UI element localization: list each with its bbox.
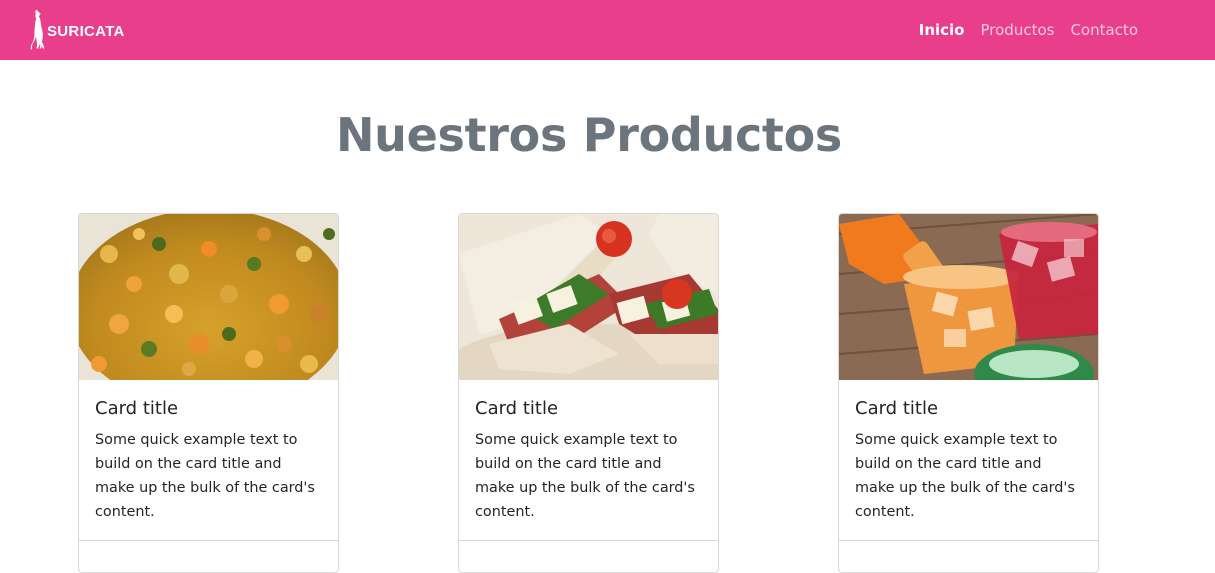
sandwich-image (459, 214, 718, 380)
meerkat-logo-icon (30, 10, 45, 50)
nav-link-contacto[interactable]: Contacto (1070, 21, 1138, 39)
nav-links: Inicio Productos Contacto (919, 0, 1138, 60)
card-body: Card title Some quick example text to bu… (839, 380, 1098, 524)
card-divider (459, 540, 718, 541)
card-text: Some quick example text to build on the … (95, 432, 315, 520)
product-card: Card title Some quick example text to bu… (78, 213, 339, 573)
card-text: Some quick example text to build on the … (855, 432, 1075, 520)
nav-link-inicio[interactable]: Inicio (919, 21, 965, 39)
card-body: Card title Some quick example text to bu… (459, 380, 718, 524)
product-card: Card title Some quick example text to bu… (458, 213, 719, 573)
card-title: Card title (475, 398, 559, 419)
card-title: Card title (855, 398, 939, 419)
navbar: SURICATA Inicio Productos Contacto (0, 0, 1215, 60)
drinks-image (839, 214, 1098, 380)
product-card: Card title Some quick example text to bu… (838, 213, 1099, 573)
food-stew-image (79, 214, 338, 380)
card-text: Some quick example text to build on the … (475, 432, 695, 520)
brand-name: SURICATA (47, 22, 125, 40)
card-title: Card title (95, 398, 179, 419)
card-divider (79, 540, 338, 541)
card-body: Card title Some quick example text to bu… (79, 380, 338, 524)
page-title: Nuestros Productos (335, 108, 842, 162)
nav-link-productos[interactable]: Productos (981, 21, 1055, 39)
brand-link[interactable]: SURICATA (28, 10, 125, 50)
card-divider (839, 540, 1098, 541)
